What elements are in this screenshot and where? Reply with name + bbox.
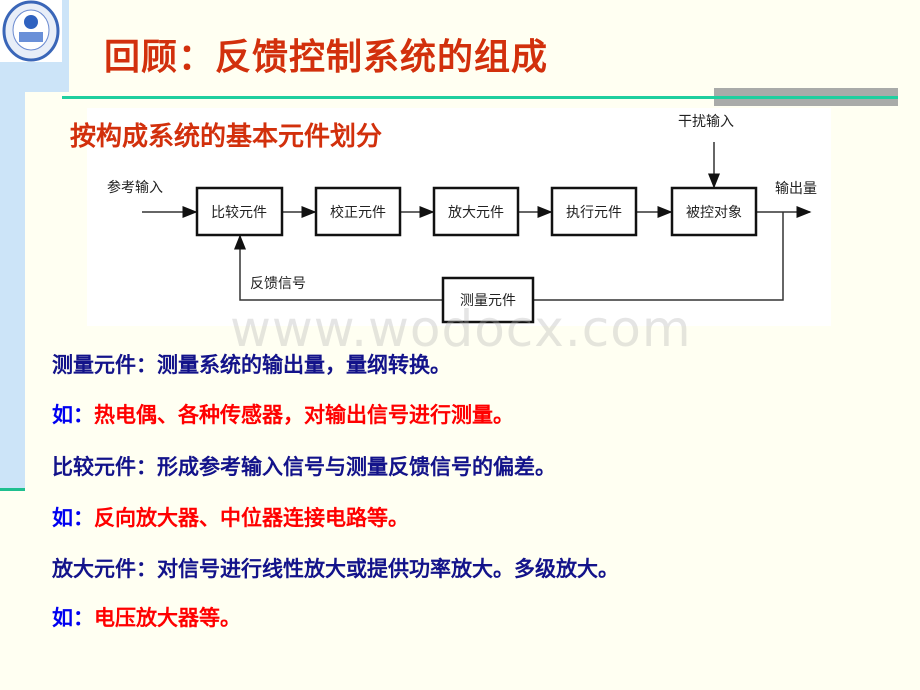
example-text: 热电偶、各种传感器，对输出信号进行测量。 bbox=[94, 403, 514, 427]
disturbance-input-label: 干扰输入 bbox=[678, 114, 734, 130]
feedback-signal-label: 反馈信号 bbox=[250, 276, 306, 292]
block-label: 执行元件 bbox=[566, 205, 622, 221]
left-decor-line bbox=[0, 488, 25, 491]
text-line: 如：反向放大器、中位器连接电路等。 bbox=[52, 502, 409, 532]
example-label: 如： bbox=[52, 506, 94, 530]
section-subtitle: 按构成系统的基本元件划分 bbox=[70, 122, 383, 152]
example-label: 如： bbox=[52, 606, 94, 630]
term-label: 比较元件： bbox=[52, 455, 157, 479]
reference-input-label: 参考输入 bbox=[107, 179, 163, 196]
term-text: 测量系统的输出量，量纲转换。 bbox=[157, 353, 451, 377]
text-line: 测量元件：测量系统的输出量，量纲转换。 bbox=[52, 349, 451, 379]
block-diagram: 比较元件 校正元件 放大元件 执行元件 被控对象 测量元件 参考输入 干扰输入 … bbox=[107, 114, 817, 324]
block-label: 放大元件 bbox=[448, 205, 504, 221]
block-label: 被控对象 bbox=[686, 205, 742, 221]
example-text: 反向放大器、中位器连接电路等。 bbox=[94, 506, 409, 530]
text-line: 如：电压放大器等。 bbox=[52, 602, 241, 632]
text-line: 放大元件：对信号进行线性放大或提供功率放大。多级放大。 bbox=[52, 553, 619, 583]
term-text: 形成参考输入信号与测量反馈信号的偏差。 bbox=[157, 455, 556, 479]
block-label: 校正元件 bbox=[330, 204, 386, 221]
example-label: 如： bbox=[52, 403, 94, 427]
block-label: 比较元件 bbox=[211, 205, 267, 221]
text-line: 比较元件：形成参考输入信号与测量反馈信号的偏差。 bbox=[52, 451, 556, 481]
text-line: 如：热电偶、各种传感器，对输出信号进行测量。 bbox=[52, 399, 514, 429]
term-label: 测量元件： bbox=[52, 353, 157, 377]
example-text: 电压放大器等。 bbox=[94, 606, 241, 630]
output-label: 输出量 bbox=[775, 181, 817, 197]
term-label: 放大元件： bbox=[52, 557, 157, 581]
term-text: 对信号进行线性放大或提供功率放大。多级放大。 bbox=[157, 557, 619, 581]
